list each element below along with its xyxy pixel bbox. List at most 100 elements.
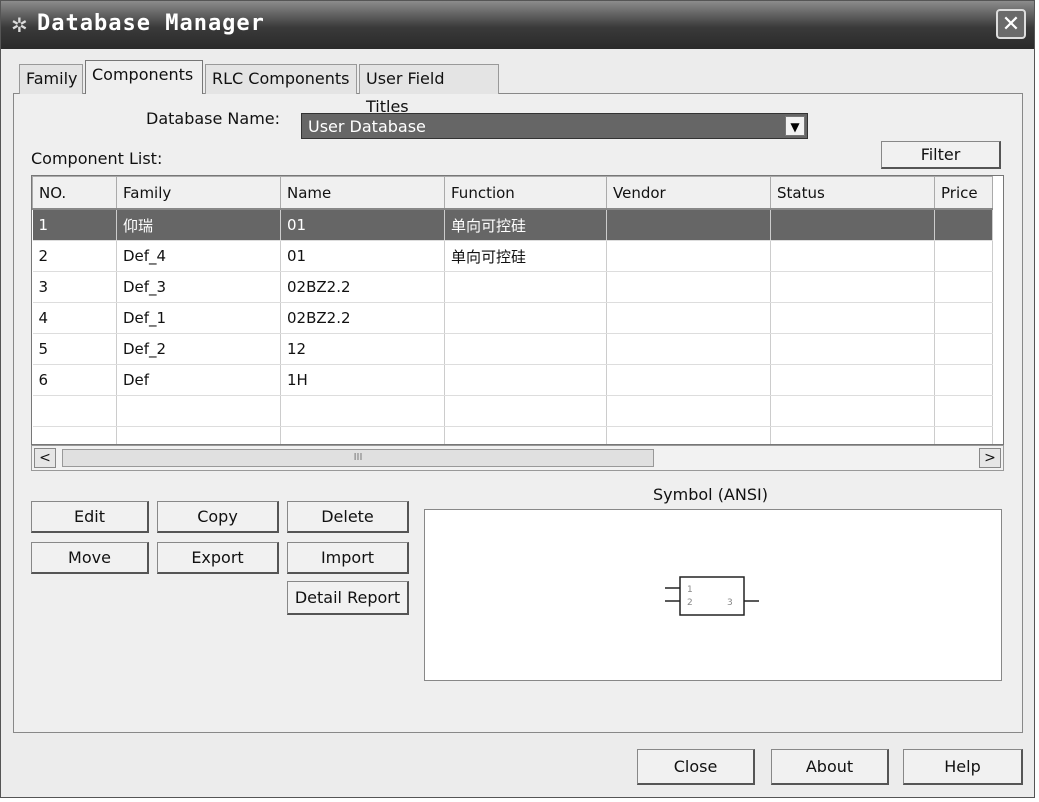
table-cell [770, 240, 935, 272]
component-table: NO. Family Name Function Vendor Status P… [31, 175, 1004, 445]
column-header-no[interactable]: NO. [32, 176, 117, 210]
column-header-function[interactable]: Function [444, 176, 607, 210]
database-name-value: User Database [308, 117, 426, 136]
table-cell [606, 333, 771, 365]
column-header-family[interactable]: Family [116, 176, 281, 210]
table-cell: 单向可控硅 [444, 209, 607, 241]
table-cell [280, 395, 445, 427]
table-row[interactable]: 2 Def_4 01 单向可控硅 [32, 240, 993, 272]
table-cell [606, 271, 771, 303]
table-cell [116, 395, 281, 427]
close-button[interactable]: Close [637, 749, 755, 785]
table-cell [934, 209, 993, 241]
table-cell: 5 [32, 333, 117, 365]
table-cell: 12 [280, 333, 445, 365]
table-cell [934, 426, 993, 444]
symbol-preview: 1 2 3 [424, 509, 1002, 681]
table-cell [934, 302, 993, 334]
horizontal-scrollbar[interactable]: < III > [31, 445, 1004, 471]
edit-button[interactable]: Edit [31, 501, 149, 533]
table-cell: 1 [32, 209, 117, 241]
table-cell [444, 364, 607, 396]
database-manager-window: ✲ Database Manager ✕ Family Components R… [0, 0, 1035, 798]
table-cell: 02BZ2.2 [280, 302, 445, 334]
delete-button[interactable]: Delete [287, 501, 409, 533]
component-symbol-icon: 1 2 3 [665, 576, 759, 616]
pin-2-label: 2 [687, 598, 693, 608]
scroll-right-icon[interactable]: > [979, 448, 1001, 468]
table-cell [116, 426, 281, 444]
table-cell [934, 271, 993, 303]
table-cell: 01 [280, 209, 445, 241]
export-button[interactable]: Export [157, 542, 279, 574]
table-cell: 3 [32, 271, 117, 303]
table-cell [606, 426, 771, 444]
scroll-thumb[interactable]: III [62, 449, 654, 467]
table-cell [606, 395, 771, 427]
column-header-vendor[interactable]: Vendor [606, 176, 771, 210]
table-cell [770, 395, 935, 427]
move-button[interactable]: Move [31, 542, 149, 574]
tab-user-field-titles[interactable]: User Field Titles [359, 64, 499, 116]
table-cell: Def_3 [116, 271, 281, 303]
table-row[interactable]: 5 Def_2 12 [32, 333, 993, 365]
table-cell [934, 333, 993, 365]
close-icon[interactable]: ✕ [996, 9, 1026, 39]
table-cell [444, 271, 607, 303]
column-header-price[interactable]: Price [934, 176, 993, 210]
table-cell [934, 395, 993, 427]
tab-family[interactable]: Family [19, 64, 83, 94]
table-cell: Def_2 [116, 333, 281, 365]
table-header-row: NO. Family Name Function Vendor Status P… [32, 176, 993, 210]
table-cell [770, 302, 935, 334]
title-bar[interactable]: ✲ Database Manager ✕ [1, 1, 1034, 49]
import-button[interactable]: Import [287, 542, 409, 574]
table-cell: 1H [280, 364, 445, 396]
table-cell: Def_1 [116, 302, 281, 334]
table-cell [934, 240, 993, 272]
scroll-left-icon[interactable]: < [34, 448, 56, 468]
table-cell [32, 395, 117, 427]
table-cell: Def_4 [116, 240, 281, 272]
table-cell [934, 364, 993, 396]
table-row[interactable]: 6 Def 1H [32, 364, 993, 396]
dropdown-arrow-icon[interactable]: ▼ [785, 116, 805, 136]
table-cell [770, 333, 935, 365]
table-cell [444, 302, 607, 334]
table-cell [606, 240, 771, 272]
table-cell [280, 426, 445, 444]
detail-report-button[interactable]: Detail Report [287, 581, 409, 615]
table-cell [770, 271, 935, 303]
table-row[interactable] [32, 395, 993, 427]
table-cell: 仰瑞 [116, 209, 281, 241]
table-cell [606, 364, 771, 396]
database-name-label: Database Name: [146, 109, 281, 128]
pin-1-label: 1 [687, 585, 693, 595]
about-button[interactable]: About [771, 749, 889, 785]
table-row[interactable]: 3 Def_3 02BZ2.2 [32, 271, 993, 303]
pin-3-label: 3 [727, 598, 733, 608]
table-cell [770, 209, 935, 241]
table-cell: 2 [32, 240, 117, 272]
copy-button[interactable]: Copy [157, 501, 279, 533]
column-header-status[interactable]: Status [770, 176, 935, 210]
tab-components[interactable]: Components [85, 60, 203, 94]
database-name-select[interactable]: User Database ▼ [301, 113, 808, 139]
table-cell [444, 426, 607, 444]
table-cell [770, 426, 935, 444]
symbol-label: Symbol (ANSI) [653, 485, 768, 504]
component-list-label: Component List: [31, 149, 163, 168]
table-cell: 4 [32, 302, 117, 334]
table-cell: 01 [280, 240, 445, 272]
filter-button[interactable]: Filter [881, 141, 1001, 169]
tab-rlc-components[interactable]: RLC Components [205, 64, 357, 94]
table-row[interactable] [32, 426, 993, 444]
table-cell [32, 426, 117, 444]
window-title: Database Manager [37, 11, 265, 36]
table-cell: 6 [32, 364, 117, 396]
table-row[interactable]: 4 Def_1 02BZ2.2 [32, 302, 993, 334]
column-header-name[interactable]: Name [280, 176, 445, 210]
table-cell [606, 209, 771, 241]
help-button[interactable]: Help [903, 749, 1023, 785]
table-row[interactable]: 1 仰瑞 01 单向可控硅 [32, 209, 993, 241]
